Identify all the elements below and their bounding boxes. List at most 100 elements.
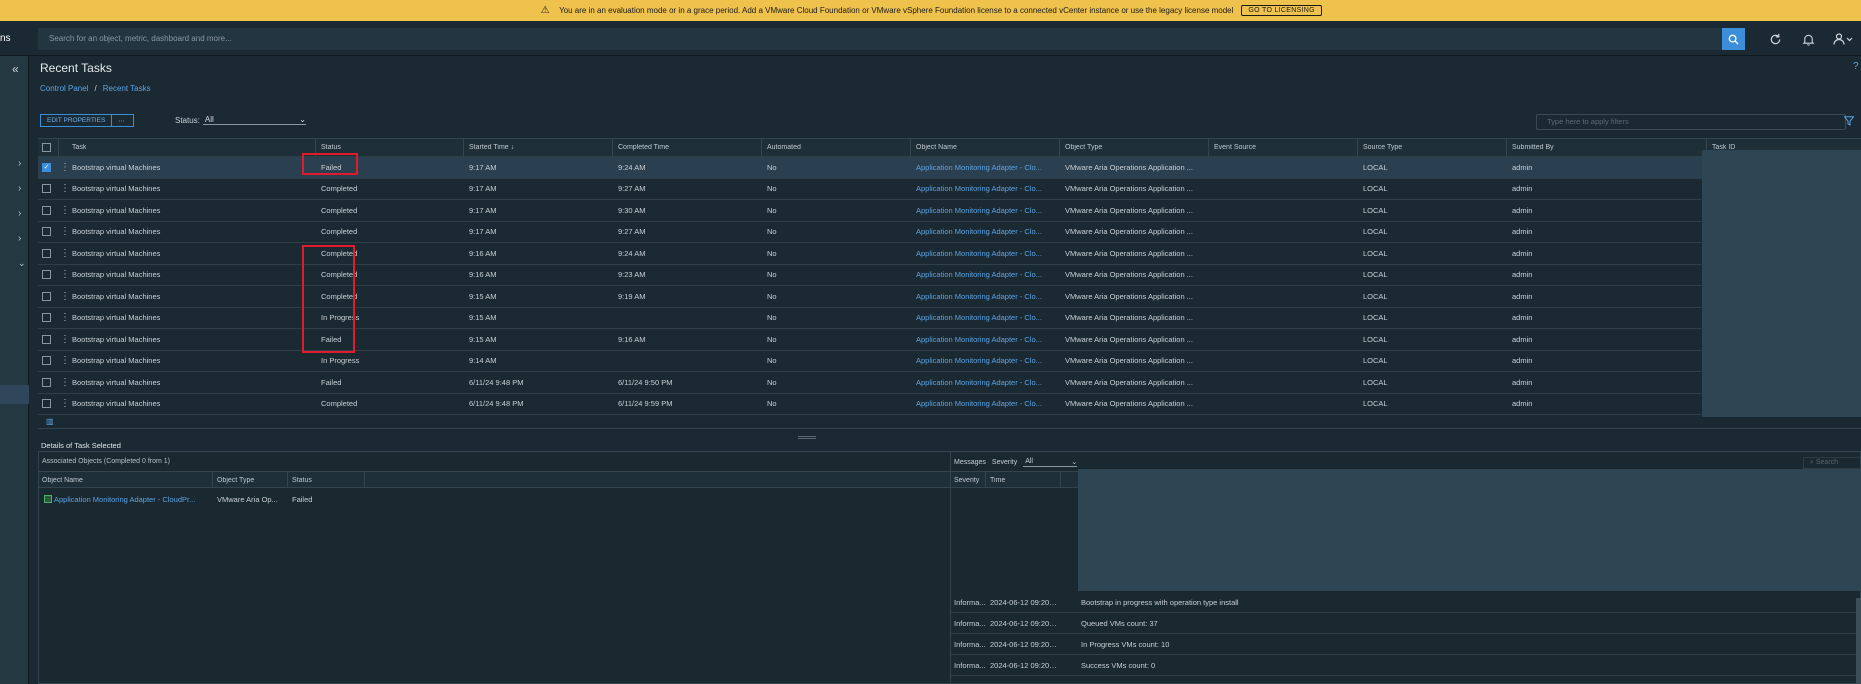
row-actions-icon[interactable]: ⋮ <box>60 205 70 216</box>
chevron-down-icon[interactable]: ⌄ <box>18 258 26 269</box>
column-header-submitted-by[interactable]: Submitted By <box>1512 144 1554 151</box>
automated-cell: No <box>767 162 777 172</box>
column-header-severity[interactable]: Severity <box>954 477 979 484</box>
message-row[interactable]: Informa... 2024-06-12 09:20:59... Success … <box>951 655 1861 676</box>
column-header-time[interactable]: Time <box>990 477 1005 484</box>
automated-cell: No <box>767 270 777 280</box>
row-checkbox[interactable] <box>42 205 51 215</box>
global-search-input[interactable]: Search for an object, metric, dashboard … <box>38 28 1726 50</box>
more-actions-button[interactable]: ⋯ <box>111 115 131 126</box>
column-header-source-type[interactable]: Source Type <box>1363 144 1402 151</box>
row-actions-icon[interactable]: ⋮ <box>60 291 70 302</box>
object-name-link[interactable]: Application Monitoring Adapter - Clo... <box>916 313 1054 322</box>
column-header-object-type[interactable]: Object Type <box>217 477 254 484</box>
associated-object-row[interactable]: Application Monitoring Adapter - CloudPr… <box>39 489 952 510</box>
nav-selected-item[interactable] <box>0 385 29 404</box>
column-header-automated[interactable]: Automated <box>767 144 801 151</box>
row-checkbox[interactable] <box>42 399 51 409</box>
object-name-link[interactable]: Application Monitoring Adapter - Clo... <box>916 206 1054 215</box>
object-name-link[interactable]: Application Monitoring Adapter - Clo... <box>916 184 1054 193</box>
row-actions-icon[interactable]: ⋮ <box>60 334 70 345</box>
column-toggle-icon[interactable]: ▥ <box>46 417 54 426</box>
row-actions-icon[interactable]: ⋮ <box>60 355 70 366</box>
breadcrumb-recent-tasks[interactable]: Recent Tasks <box>103 84 151 93</box>
row-checkbox[interactable] <box>42 356 51 366</box>
message-row[interactable]: Informa... 2024-06-12 09:20:59... Queued V… <box>951 613 1861 634</box>
object-name-link[interactable]: Application Monitoring Adapter - Clo... <box>916 270 1054 279</box>
row-checkbox[interactable] <box>42 291 51 301</box>
breadcrumb-control-panel[interactable]: Control Panel <box>40 84 88 93</box>
filter-icon[interactable] <box>1843 116 1855 128</box>
column-header-task[interactable]: Task <box>72 144 86 151</box>
associated-object-name[interactable]: Application Monitoring Adapter - CloudPr… <box>54 495 209 504</box>
chevron-right-icon[interactable]: › <box>18 158 21 169</box>
select-all-checkbox[interactable] <box>42 143 51 152</box>
row-actions-icon[interactable]: ⋮ <box>60 398 70 409</box>
row-checkbox[interactable] <box>42 334 51 344</box>
row-actions-icon[interactable]: ⋮ <box>60 162 70 173</box>
column-header-started-time[interactable]: Started Time ↓ <box>469 144 514 151</box>
user-menu-icon[interactable] <box>1831 31 1855 47</box>
message-row[interactable]: Informa... 2024-06-12 09:20:59... Bootstra… <box>951 592 1861 613</box>
row-checkbox[interactable] <box>42 227 51 237</box>
table-row[interactable]: ⋮ Bootstrap virtual Machines In Progress 9:… <box>38 351 1861 372</box>
chevron-right-icon[interactable]: › <box>18 208 21 219</box>
chevron-right-icon[interactable]: › <box>18 183 21 194</box>
object-name-link[interactable]: Application Monitoring Adapter - Clo... <box>916 335 1054 344</box>
table-row[interactable]: ⋮ Bootstrap virtual Machines Completed 9:17… <box>38 200 1861 222</box>
refresh-icon[interactable] <box>1767 31 1783 47</box>
edit-properties-button[interactable]: EDIT PROPERTIES <box>41 117 111 124</box>
row-checkbox[interactable] <box>42 270 51 280</box>
completed-time-cell: 9:27 AM <box>618 184 646 194</box>
pane-splitter[interactable] <box>798 436 816 439</box>
table-row[interactable]: ⋮ Bootstrap virtual Machines Failed 6/11/24… <box>38 372 1861 394</box>
messages-search-input[interactable]: ⌕ Search <box>1803 457 1861 469</box>
table-row[interactable]: ⋮ Bootstrap virtual Machines Completed 6/11… <box>38 394 1861 415</box>
scrollbar-thumb[interactable] <box>1856 598 1861 684</box>
column-header-object-name[interactable]: Object Name <box>42 477 83 484</box>
bell-icon[interactable] <box>1800 31 1816 47</box>
column-header-status[interactable]: Status <box>321 144 341 151</box>
chevron-right-icon[interactable]: › <box>18 233 21 244</box>
row-checkbox[interactable] <box>42 313 51 323</box>
row-checkbox[interactable]: ✓ <box>42 162 51 172</box>
status-select[interactable]: All ⌄ <box>202 115 306 125</box>
help-icon[interactable]: ? <box>1853 61 1859 72</box>
severity-select[interactable]: All ⌄ <box>1023 458 1078 467</box>
object-name-link[interactable]: Application Monitoring Adapter - Clo... <box>916 227 1054 236</box>
row-actions-icon[interactable]: ⋮ <box>60 269 70 280</box>
row-actions-icon[interactable]: ⋮ <box>60 226 70 237</box>
object-name-link[interactable]: Application Monitoring Adapter - Clo... <box>916 356 1054 365</box>
row-actions-icon[interactable]: ⋮ <box>60 312 70 323</box>
message-severity: Informa... <box>954 598 986 607</box>
row-checkbox[interactable] <box>42 377 51 387</box>
object-name-link[interactable]: Application Monitoring Adapter - Clo... <box>916 378 1054 387</box>
column-separator <box>1060 472 1061 488</box>
column-header-event-source[interactable]: Event Source <box>1214 144 1256 151</box>
column-header-status[interactable]: Status <box>292 477 312 484</box>
task-cell: Bootstrap virtual Machines <box>72 291 161 301</box>
column-header-object-type[interactable]: Object Type <box>1065 144 1102 151</box>
object-name-link[interactable]: Application Monitoring Adapter - Clo... <box>916 163 1054 172</box>
grid-filter-input[interactable]: Type here to apply filters <box>1536 114 1846 130</box>
row-actions-icon[interactable]: ⋮ <box>60 248 70 259</box>
message-row[interactable]: Informa... 2024-06-12 09:20:59... In Progr… <box>951 634 1861 655</box>
table-row[interactable]: ⋮ Bootstrap virtual Machines Completed 9:17… <box>38 179 1861 200</box>
table-row[interactable]: ⋮ Bootstrap virtual Machines Completed 9:17… <box>38 222 1861 243</box>
go-to-licensing-button[interactable]: GO TO LICENSING <box>1241 5 1322 16</box>
task-cell: Bootstrap virtual Machines <box>72 205 161 215</box>
started-time-cell: 9:15 AM <box>469 334 497 344</box>
automated-cell: No <box>767 356 777 366</box>
row-checkbox[interactable] <box>42 184 51 194</box>
column-header-object-name[interactable]: Object Name <box>916 144 957 151</box>
row-actions-icon[interactable]: ⋮ <box>60 377 70 388</box>
object-name-link[interactable]: Application Monitoring Adapter - Clo... <box>916 292 1054 301</box>
collapse-nav-icon[interactable]: « <box>12 62 19 76</box>
row-actions-icon[interactable]: ⋮ <box>60 183 70 194</box>
object-name-link[interactable]: Application Monitoring Adapter - Clo... <box>916 399 1054 408</box>
row-checkbox[interactable] <box>42 248 51 258</box>
object-name-link[interactable]: Application Monitoring Adapter - Clo... <box>916 249 1054 258</box>
column-header-completed-time[interactable]: Completed Time <box>618 144 669 151</box>
search-button[interactable] <box>1722 28 1745 50</box>
completed-time-cell: 9:23 AM <box>618 270 646 280</box>
